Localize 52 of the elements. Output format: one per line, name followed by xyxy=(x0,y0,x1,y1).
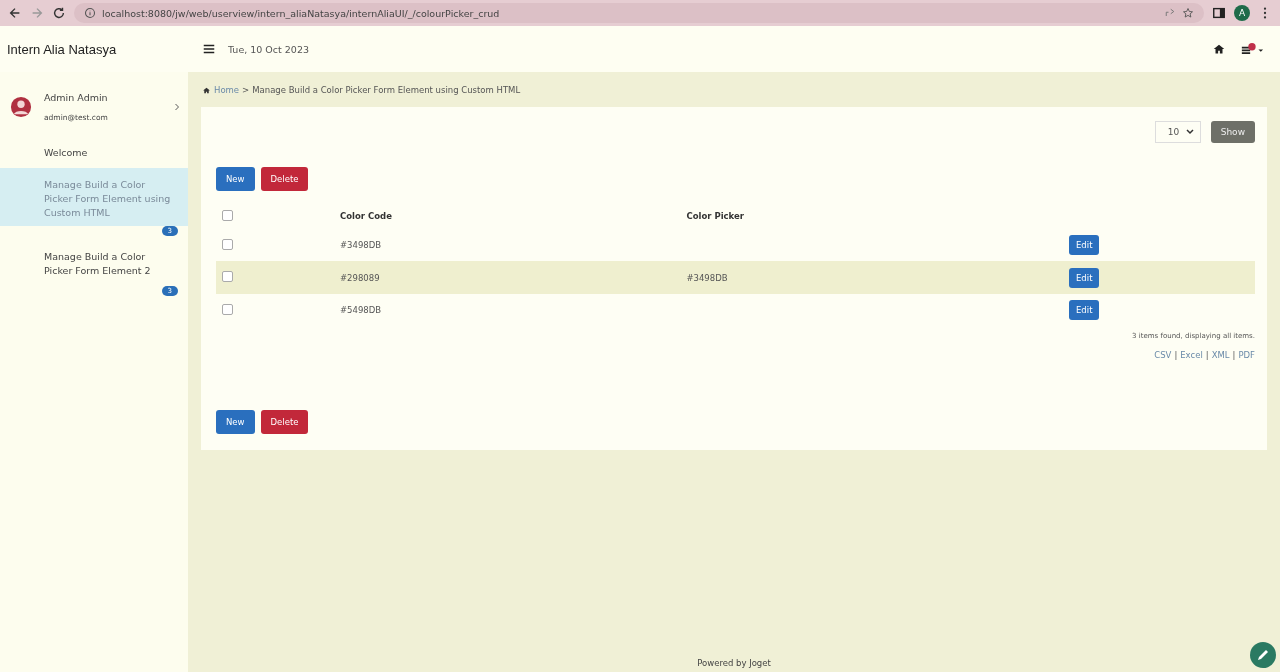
export-link[interactable]: XML xyxy=(1211,350,1230,360)
separator: | xyxy=(1205,350,1209,360)
show-button[interactable]: Show xyxy=(1210,121,1255,143)
edit-button[interactable]: Edit xyxy=(1069,235,1100,255)
new-button[interactable]: New xyxy=(216,410,255,434)
caret-icon xyxy=(1185,129,1194,135)
footer-text: Powered by Joget xyxy=(697,658,771,668)
address-bar[interactable]: localhost:8080/jw/web/userview/intern_aliaNatasya/internAliaUI/_/colourPicker_crud xyxy=(74,3,1204,23)
date-text: Tue, 10 Oct 2023 xyxy=(228,43,309,55)
new-button[interactable]: New xyxy=(216,167,255,191)
back-icon[interactable] xyxy=(8,6,22,20)
export-link[interactable]: CSV xyxy=(1154,350,1172,360)
edit-fab[interactable] xyxy=(1250,642,1276,668)
column-header[interactable]: Color Code xyxy=(340,211,392,221)
breadcrumb-separator: > xyxy=(242,85,250,95)
separator: | xyxy=(1174,350,1178,360)
edit-button[interactable]: Edit xyxy=(1069,267,1100,288)
inbox-icon[interactable] xyxy=(1240,41,1264,57)
column-header[interactable]: Color Picker xyxy=(686,211,744,221)
profile-avatar[interactable]: A xyxy=(1234,5,1250,21)
user-name[interactable]: Admin Admin xyxy=(44,92,162,103)
info-icon xyxy=(84,7,96,19)
user-avatar xyxy=(10,96,32,118)
menu-icon[interactable] xyxy=(202,42,216,56)
row-checkbox[interactable] xyxy=(222,271,233,282)
home-icon[interactable] xyxy=(1212,42,1226,56)
delete-button[interactable]: Delete xyxy=(260,410,309,434)
separator: | xyxy=(1232,350,1236,360)
home-icon xyxy=(202,85,211,95)
select-all-checkbox[interactable] xyxy=(222,209,233,221)
row-checkbox[interactable] xyxy=(222,303,233,315)
table-cell: #5498DB xyxy=(340,305,382,315)
breadcrumb-current: Manage Build a Color Picker Form Element using Custom HTML xyxy=(252,85,521,95)
reload-icon[interactable] xyxy=(52,6,66,20)
pencil-icon xyxy=(1256,648,1270,662)
url-text: localhost:8080/jw/web/userview/intern_aliaNatasya/internAliaUI/_/colourPicker_crud xyxy=(102,7,500,19)
sidebar-item[interactable]: Manage Build a Color Picker Form Element 2 xyxy=(0,242,188,286)
sidebar-icon[interactable] xyxy=(1212,6,1226,20)
table-cell: #3498DB xyxy=(340,240,382,250)
sidebar-item[interactable]: Manage Build a Color Picker Form Element using Custom HTML xyxy=(0,168,188,226)
delete-button[interactable]: Delete xyxy=(260,167,309,191)
edit-button[interactable]: Edit xyxy=(1069,300,1100,320)
sidebar-item[interactable]: Welcome xyxy=(0,138,188,168)
app-title[interactable]: Intern Alia Natasya xyxy=(0,41,188,57)
export-link[interactable]: PDF xyxy=(1238,350,1255,360)
page-size-select[interactable]: 10 xyxy=(1154,121,1201,143)
export-link[interactable]: Excel xyxy=(1180,350,1203,360)
table-cell: #3498DB xyxy=(686,272,728,283)
breadcrumb-link[interactable]: Home xyxy=(214,85,240,95)
star-icon[interactable] xyxy=(1182,7,1194,19)
row-checkbox[interactable] xyxy=(222,238,233,250)
table-cell: #298089 xyxy=(340,272,380,283)
